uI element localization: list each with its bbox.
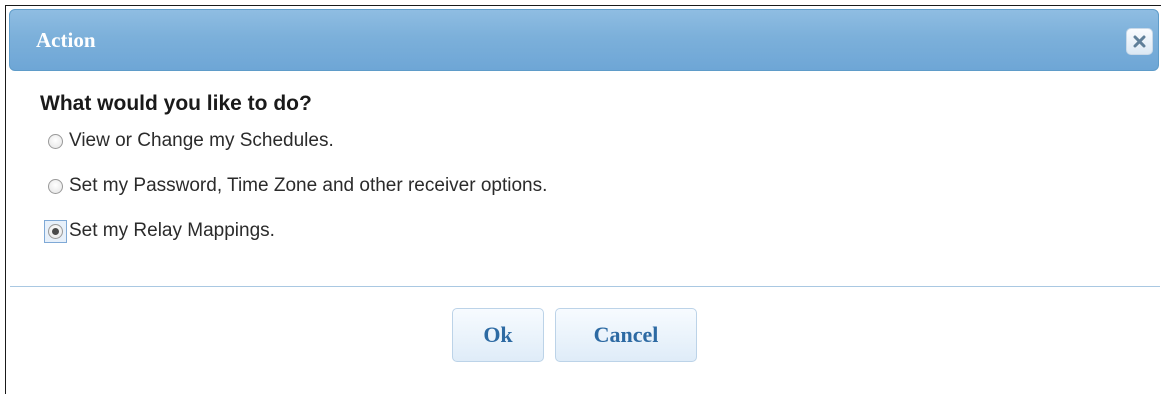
option-set-password[interactable]: Set my Password, Time Zone and other rec… bbox=[40, 174, 1140, 198]
close-button[interactable] bbox=[1126, 28, 1153, 55]
option-relay-mappings[interactable]: Set my Relay Mappings. bbox=[40, 219, 1140, 243]
radio-set-password[interactable] bbox=[48, 178, 63, 194]
option-label: Set my Relay Mappings. bbox=[69, 220, 275, 241]
radio-view-schedules[interactable] bbox=[48, 133, 63, 149]
dialog-question: What would you like to do? bbox=[40, 92, 312, 115]
close-icon bbox=[1133, 35, 1146, 48]
cancel-button[interactable]: Cancel bbox=[555, 308, 697, 362]
option-label: View or Change my Schedules. bbox=[69, 130, 334, 151]
radio-relay-mappings[interactable] bbox=[48, 223, 63, 239]
radio-focus-ring bbox=[44, 219, 67, 243]
action-dialog: Action What would you like to do? View o… bbox=[5, 5, 1161, 394]
dialog-title: Action bbox=[36, 28, 96, 52]
option-label: Set my Password, Time Zone and other rec… bbox=[69, 175, 548, 196]
button-divider bbox=[10, 286, 1160, 287]
dialog-titlebar[interactable]: Action bbox=[9, 9, 1159, 71]
ok-button[interactable]: Ok bbox=[452, 308, 544, 362]
dialog-content: What would you like to do? View or Chang… bbox=[40, 92, 1140, 264]
button-bar: Ok Cancel bbox=[6, 308, 1162, 364]
option-view-schedules[interactable]: View or Change my Schedules. bbox=[40, 129, 1140, 153]
